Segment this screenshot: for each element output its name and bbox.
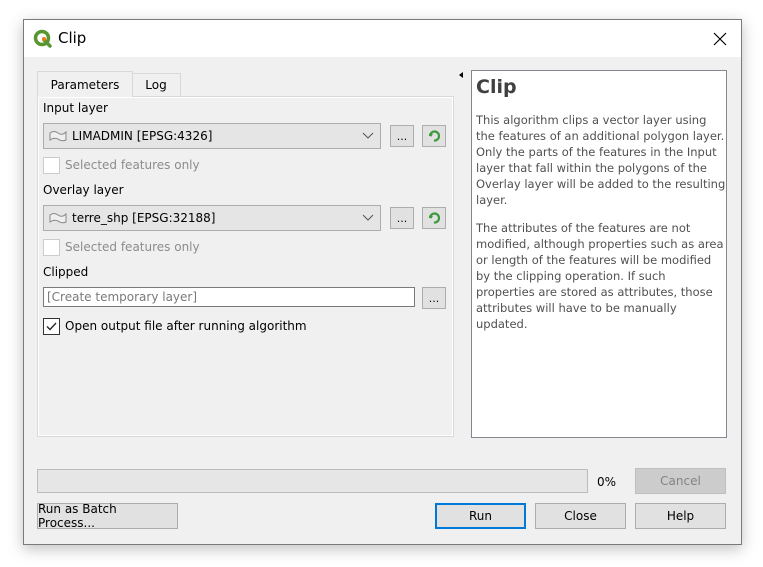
window-title: Clip — [58, 29, 87, 47]
input-selected-only-label: Selected features only — [65, 158, 200, 172]
overlay-selected-only-checkbox[interactable] — [43, 239, 60, 256]
clip-dialog: Clip Parameters Log Input layer LIMADMIN… — [23, 19, 742, 545]
close-button[interactable]: Close — [535, 503, 626, 529]
run-label: Run — [468, 509, 492, 523]
collapse-arrow-icon[interactable] — [457, 71, 465, 79]
cancel-label: Cancel — [660, 474, 701, 488]
browse-label: ... — [396, 129, 408, 143]
checkmark-icon — [46, 322, 57, 331]
close-label: Close — [564, 509, 597, 523]
polygon-layer-icon — [49, 130, 67, 142]
tab-log-label: Log — [145, 78, 167, 92]
batch-label: Run as Batch Process... — [38, 502, 117, 530]
clipped-label: Clipped — [43, 265, 89, 279]
overlay-layer-browse-button[interactable]: ... — [390, 207, 414, 229]
overlay-layer-label: Overlay layer — [43, 183, 124, 197]
clipped-placeholder: [Create temporary layer] — [47, 290, 198, 304]
input-layer-label: Input layer — [43, 101, 108, 115]
help-paragraph: This algorithm clips a vector layer usin… — [476, 113, 726, 207]
close-icon[interactable] — [709, 28, 731, 50]
help-title: Clip — [476, 76, 517, 98]
title-bar: Clip — [24, 20, 741, 57]
tab-log[interactable]: Log — [131, 73, 181, 96]
input-layer-value: LIMADMIN [EPSG:4326] — [72, 129, 213, 143]
help-paragraph: The attributes of the features are not m… — [476, 221, 724, 331]
tab-parameters-label: Parameters — [50, 77, 120, 92]
progress-label: 0% — [597, 475, 617, 489]
polygon-layer-icon — [49, 212, 67, 224]
tab-parameters[interactable]: Parameters — [37, 71, 133, 97]
input-selected-only-checkbox[interactable] — [43, 157, 60, 174]
progress-bar — [37, 469, 588, 493]
help-label: Help — [666, 509, 695, 523]
help-panel: Clip This algorithm clips a vector layer… — [471, 70, 727, 438]
open-output-label: Open output file after running algorithm — [65, 319, 307, 333]
run-as-batch-button[interactable]: Run as Batch Process... — [37, 502, 178, 530]
input-layer-browse-button[interactable]: ... — [390, 125, 414, 147]
help-button[interactable]: Help — [635, 503, 726, 529]
chevron-down-icon — [362, 132, 374, 139]
clipped-output-input[interactable]: [Create temporary layer] — [43, 287, 415, 307]
overlay-layer-value: terre_shp [EPSG:32188] — [72, 211, 216, 225]
input-layer-combo[interactable]: LIMADMIN [EPSG:4326] — [43, 123, 381, 149]
chevron-down-icon — [362, 214, 374, 221]
overlay-layer-iterate-button[interactable] — [422, 207, 446, 229]
cancel-button[interactable]: Cancel — [635, 468, 726, 494]
clipped-browse-button[interactable]: ... — [422, 287, 446, 309]
browse-label: ... — [396, 211, 408, 225]
iterate-icon — [428, 130, 441, 142]
browse-label: ... — [428, 291, 440, 305]
input-layer-iterate-button[interactable] — [422, 125, 446, 147]
run-button[interactable]: Run — [435, 503, 526, 529]
qgis-logo-icon — [33, 29, 52, 48]
iterate-icon — [428, 212, 441, 224]
open-output-checkbox[interactable] — [43, 318, 60, 335]
overlay-selected-only-label: Selected features only — [65, 240, 200, 254]
overlay-layer-combo[interactable]: terre_shp [EPSG:32188] — [43, 205, 381, 231]
